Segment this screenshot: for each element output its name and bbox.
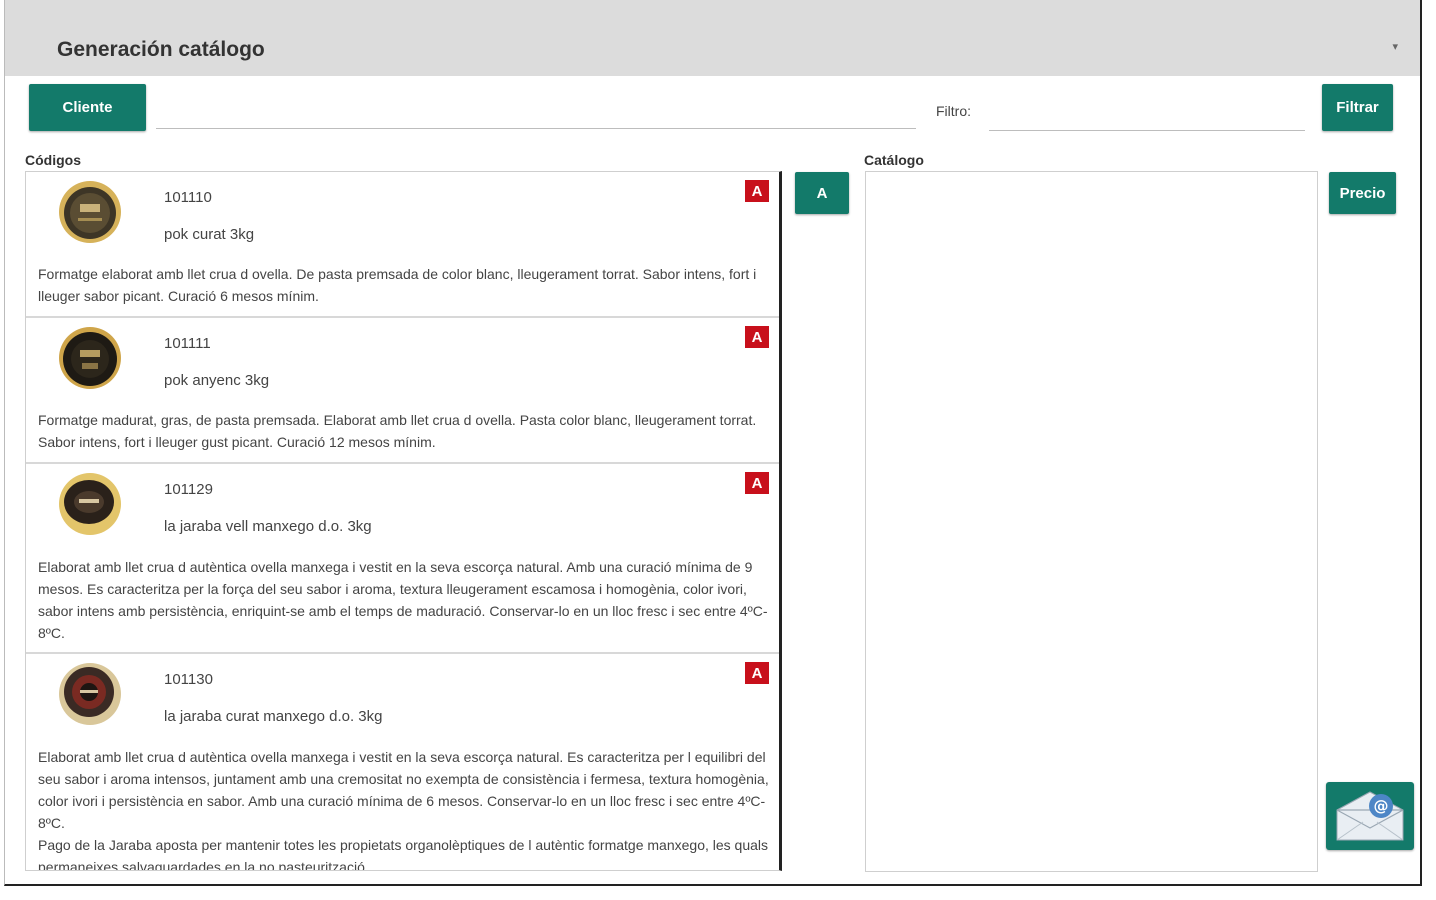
minimize-icon[interactable]: ▾ — [1392, 40, 1398, 53]
item-name: pok anyenc 3kg — [164, 372, 270, 389]
add-badge-button[interactable]: A — [745, 472, 769, 494]
catalog-header: Catálogo — [864, 152, 924, 168]
codes-header: Códigos — [25, 152, 81, 168]
cliente-button-label: Cliente — [62, 99, 113, 116]
list-item[interactable]: 101111 pok anyenc 3kg A Formatge madurat… — [26, 318, 779, 464]
list-item[interactable]: 101129 la jaraba vell manxego d.o. 3kg A… — [26, 464, 779, 654]
cliente-button[interactable]: Cliente — [29, 84, 146, 131]
codes-list[interactable]: 101110 pok curat 3kg A Formatge elaborat… — [25, 171, 782, 871]
cheese-thumbnail — [59, 663, 121, 725]
catalog-window: Generación catálogo ▾ Cliente Filtro: Fi… — [4, 0, 1422, 886]
item-description: Elaborat amb llet crua d autèntica ovell… — [38, 749, 769, 871]
add-to-catalog-label: A — [816, 184, 828, 202]
item-description: Elaborat amb llet crua d autèntica ovell… — [38, 559, 768, 641]
list-item[interactable]: 101130 la jaraba curat manxego d.o. 3kg … — [26, 654, 779, 871]
catalog-list[interactable] — [865, 171, 1318, 872]
filter-input[interactable] — [989, 100, 1305, 131]
item-description: Formatge elaborat amb llet crua d ovella… — [38, 266, 757, 304]
precio-button[interactable]: Precio — [1329, 172, 1396, 214]
item-code: 101129 — [164, 481, 213, 498]
add-badge-button[interactable]: A — [745, 326, 769, 348]
add-to-catalog-button[interactable]: A — [795, 172, 849, 214]
add-badge-button[interactable]: A — [745, 180, 769, 202]
item-description: Formatge madurat, gras, de pasta premsad… — [38, 412, 757, 450]
filtrar-button-label: Filtrar — [1336, 99, 1379, 116]
cheese-thumbnail — [59, 473, 121, 535]
window-title: Generación catálogo — [57, 38, 265, 61]
window-titlebar: Generación catálogo ▾ — [5, 0, 1420, 76]
filter-label: Filtro: — [936, 103, 971, 119]
item-name: pok curat 3kg — [164, 226, 255, 243]
item-name: la jaraba curat manxego d.o. 3kg — [164, 708, 383, 725]
cheese-thumbnail — [59, 181, 121, 243]
svg-text:@: @ — [1374, 797, 1389, 815]
item-code: 101110 — [164, 189, 212, 206]
cheese-thumbnail — [59, 327, 121, 389]
email-send-icon: @ — [1336, 791, 1404, 841]
item-code: 101130 — [164, 671, 213, 688]
cliente-input[interactable] — [156, 100, 916, 129]
item-name: la jaraba vell manxego d.o. 3kg — [164, 518, 372, 535]
filtrar-button[interactable]: Filtrar — [1322, 84, 1393, 131]
list-item[interactable]: 101110 pok curat 3kg A Formatge elaborat… — [26, 172, 779, 318]
precio-button-label: Precio — [1339, 184, 1386, 202]
email-send-button[interactable]: @ — [1326, 782, 1414, 850]
add-badge-button[interactable]: A — [745, 662, 769, 684]
item-code: 101111 — [164, 335, 211, 352]
